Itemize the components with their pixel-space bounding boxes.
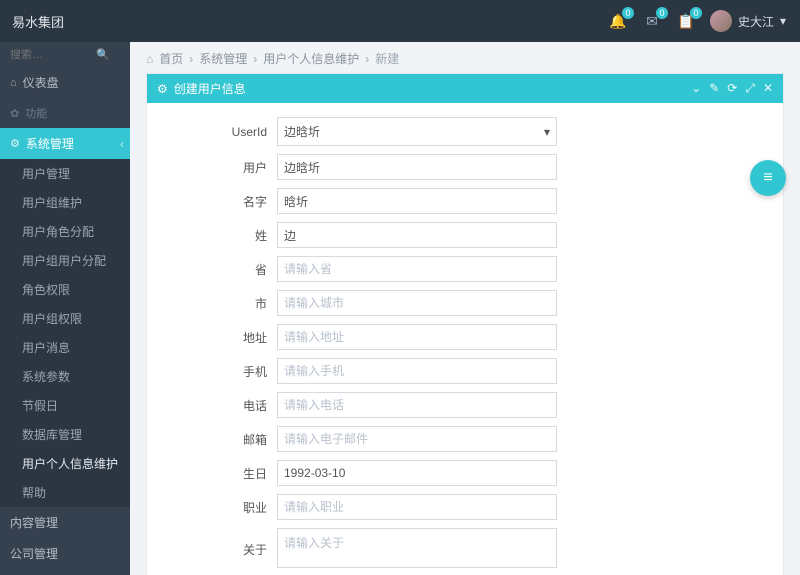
sidebar-item-dashboard[interactable]: ⌂仪表盘 <box>0 67 130 98</box>
panel-tools: ⌄ ✎ ⟳ ⤢ ✕ <box>691 81 773 96</box>
crumb-l2[interactable]: 用户个人信息维护 <box>263 50 359 67</box>
name-label: 名字 <box>207 193 267 210</box>
sidebar-sub-role-perm[interactable]: 角色权限 <box>0 275 130 304</box>
surname-label: 姓 <box>207 227 267 244</box>
address-field[interactable] <box>277 324 557 350</box>
brand: 易水集团 <box>0 12 130 31</box>
menu-icon: ≡ <box>763 169 772 187</box>
config-icon[interactable]: ✎ <box>709 81 719 96</box>
gear-icon: ✿ <box>10 107 19 120</box>
user-field[interactable] <box>277 154 557 180</box>
job-label: 职业 <box>207 499 267 516</box>
about-label: 关于 <box>207 541 267 558</box>
sidebar-sub-user-mgmt[interactable]: 用户管理 <box>0 159 130 188</box>
sidebar-sub-user-profile[interactable]: 用户个人信息维护 <box>0 449 130 478</box>
fullscreen-icon[interactable]: ⤢ <box>745 81 755 96</box>
email-field[interactable] <box>277 426 557 452</box>
search-input[interactable] <box>10 49 90 61</box>
gear-icon: ⚙ <box>157 82 168 96</box>
city-label: 市 <box>207 295 267 312</box>
sidebar-sub-user-msg[interactable]: 用户消息 <box>0 333 130 362</box>
search-box[interactable]: 🔍 <box>0 42 130 67</box>
sidebar-sub-holiday[interactable]: 节假日 <box>0 391 130 420</box>
share-icon: ⚙ <box>10 137 20 150</box>
phone-field[interactable] <box>277 392 557 418</box>
collapse-icon[interactable]: ⌄ <box>691 81 701 96</box>
userid-label: UserId <box>207 125 267 139</box>
name-field[interactable] <box>277 188 557 214</box>
surname-field[interactable] <box>277 222 557 248</box>
form-body: UserId 边晗圻▾ 用户 名字 姓 省 市 地址 手机 电话 邮箱 生日 <box>147 103 783 575</box>
bell-icon[interactable]: 🔔0 <box>608 11 628 31</box>
about-field[interactable] <box>277 528 557 568</box>
crumb-home[interactable]: 首页 <box>159 50 183 67</box>
city-field[interactable] <box>277 290 557 316</box>
user-name: 史大江 <box>738 13 774 30</box>
userid-select[interactable]: 边晗圻▾ <box>277 117 557 146</box>
chevron-down-icon: ▾ <box>544 125 550 139</box>
job-field[interactable] <box>277 494 557 520</box>
mobile-label: 手机 <box>207 363 267 380</box>
main: ⌂ 首页 › 系统管理 › 用户个人信息维护 › 新建 ⚙ 创建用户信息 ⌄ ✎… <box>130 42 800 575</box>
birthday-field[interactable] <box>277 460 557 486</box>
search-icon: 🔍 <box>96 48 110 61</box>
sidebar-sub-help[interactable]: 帮助 <box>0 478 130 507</box>
user-menu[interactable]: 史大江 ▾ <box>710 10 786 32</box>
sidebar-section-functions: ✿功能 <box>0 98 130 128</box>
top-bar: 易水集团 🔔0 ✉0 📋0 史大江 ▾ <box>0 0 800 42</box>
sidebar-sub-group-maint[interactable]: 用户组维护 <box>0 188 130 217</box>
home-icon: ⌂ <box>146 52 153 66</box>
mobile-field[interactable] <box>277 358 557 384</box>
sidebar-item-sysmgmt[interactable]: ⚙系统管理 <box>0 128 130 159</box>
breadcrumb: ⌂ 首页 › 系统管理 › 用户个人信息维护 › 新建 <box>146 50 784 67</box>
sidebar-sub-role-assign[interactable]: 用户角色分配 <box>0 217 130 246</box>
sidebar-sub-db-mgmt[interactable]: 数据库管理 <box>0 420 130 449</box>
close-icon[interactable]: ✕ <box>763 81 773 96</box>
form-panel: ⚙ 创建用户信息 ⌄ ✎ ⟳ ⤢ ✕ UserId 边晗圻▾ 用户 名字 姓 省… <box>146 73 784 575</box>
chevron-down-icon: ▾ <box>780 14 786 28</box>
sidebar-item-member[interactable]: 会员管理 <box>0 569 130 575</box>
sidebar-sub-sys-param[interactable]: 系统参数 <box>0 362 130 391</box>
home-icon: ⌂ <box>10 77 17 89</box>
sidebar-item-content[interactable]: 内容管理 <box>0 507 130 538</box>
sidebar-item-company[interactable]: 公司管理 <box>0 538 130 569</box>
phone-label: 电话 <box>207 397 267 414</box>
envelope-icon[interactable]: ✉0 <box>642 11 662 31</box>
sidebar: 🔍 ⌂仪表盘 ✿功能 ⚙系统管理 用户管理 用户组维护 用户角色分配 用户组用户… <box>0 42 130 575</box>
email-label: 邮箱 <box>207 431 267 448</box>
birthday-label: 生日 <box>207 465 267 482</box>
panel-title: 创建用户信息 <box>174 80 246 97</box>
avatar <box>710 10 732 32</box>
topbar-right: 🔔0 ✉0 📋0 史大江 ▾ <box>608 10 800 32</box>
province-field[interactable] <box>277 256 557 282</box>
tasks-icon[interactable]: 📋0 <box>676 11 696 31</box>
fab-button[interactable]: ≡ <box>750 160 786 196</box>
panel-header: ⚙ 创建用户信息 ⌄ ✎ ⟳ ⤢ ✕ <box>147 74 783 103</box>
sidebar-sub-group-perm[interactable]: 用户组权限 <box>0 304 130 333</box>
crumb-l1[interactable]: 系统管理 <box>199 50 247 67</box>
reload-icon[interactable]: ⟳ <box>727 81 737 96</box>
sidebar-sub-sysmgmt: 用户管理 用户组维护 用户角色分配 用户组用户分配 角色权限 用户组权限 用户消… <box>0 159 130 507</box>
sidebar-sub-group-user-assign[interactable]: 用户组用户分配 <box>0 246 130 275</box>
address-label: 地址 <box>207 329 267 346</box>
user-label: 用户 <box>207 159 267 176</box>
crumb-l3: 新建 <box>375 50 399 67</box>
province-label: 省 <box>207 261 267 278</box>
